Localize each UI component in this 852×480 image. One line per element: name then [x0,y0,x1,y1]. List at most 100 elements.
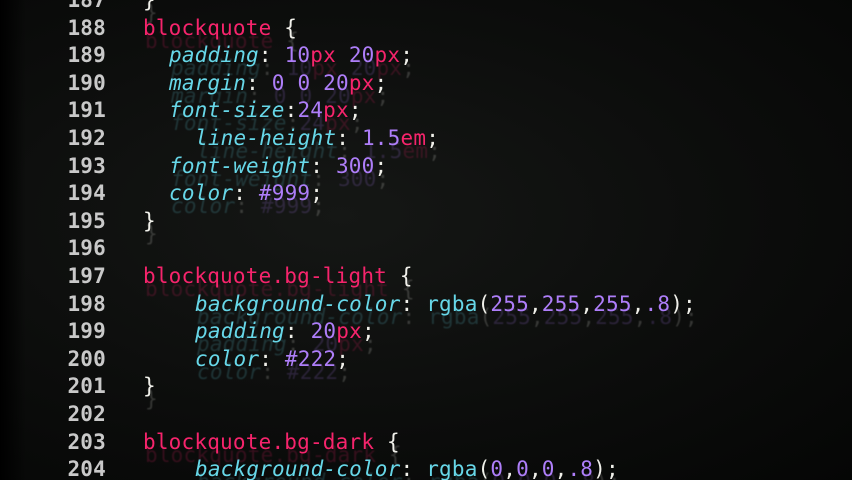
code-token: blockquote [143,429,272,454]
code-token: , [528,457,542,480]
code-line[interactable]: 193 font-weight: 300; font-weight: 300; [0,153,852,191]
code-line[interactable]: 190 margin: 0 0 20px; margin: 0 0 20px; [0,70,852,108]
code-token: } [143,208,156,233]
line-number: 196 [67,236,106,261]
line-number: 198 [67,291,106,316]
code-token: { [271,15,298,40]
code-token: color [169,181,234,206]
code-token: ; [361,319,375,344]
code-token: #999 [258,181,311,206]
code-line[interactable]: 192 line-height: 1.5em; line-height: 1.5em… [0,125,852,163]
code-line[interactable]: 199 padding: 20px; padding: 20px; [0,318,852,356]
code-token: blockquote [143,263,272,288]
line-number: 187 [67,0,106,12]
code-line[interactable]: 189 padding: 10px 20px; padding: 10px 20px… [0,42,852,80]
code-line[interactable]: 201}} [0,373,852,411]
code-line[interactable]: 197 blockquote.bg-light {blockquote.bg-li… [0,263,852,301]
code-line[interactable]: 194 color: #999; color: #999; [0,180,852,218]
line-number: 202 [67,401,106,426]
code-token: : [233,181,259,206]
code-token: 24 [297,98,324,123]
code-token: ); [670,291,696,316]
line-number: 190 [67,70,106,95]
code-line[interactable]: 188 blockquote {blockquote { [0,15,852,53]
code-line[interactable]: 204background-color: rgba(0,0,0,.8);back… [0,456,852,480]
code-token: padding [195,319,285,344]
code-token: .bg-light [271,263,388,288]
code-token: { [374,429,400,454]
line-number: 188 [67,15,106,40]
line-number: 200 [67,346,106,371]
code-text: padding: 10px 20px; [169,42,413,70]
code-line[interactable]: 202 [0,401,852,429]
code-token: 255 [490,291,529,316]
code-text: } [143,373,156,401]
code-text: } [143,0,156,15]
code-token: , [528,291,542,316]
code-token: : [400,457,427,480]
code-token: rgba [426,457,478,480]
code-token: margin [169,70,247,95]
code-token: px [323,98,349,123]
code-token: #222 [284,346,337,371]
code-text: font-weight: 300; [169,153,387,181]
line-number: 191 [67,98,106,123]
line-number: 192 [67,125,106,150]
code-token: : [336,125,362,150]
line-number: 203 [67,429,106,454]
code-token: px [348,70,375,95]
line-number: 201 [67,374,106,399]
code-token: 10 [284,43,311,68]
code-editor-screen: 187}} 188 blockquote {blockquote {189 paddi… [0,0,852,480]
line-number: 199 [67,319,106,344]
code-token: : [259,346,285,371]
code-token: } [143,374,156,399]
code-line[interactable]: 191 font-size:24px; font-size:24px; [0,97,852,135]
code-text: margin: 0 0 20px; [169,70,387,98]
code-token: : [310,153,336,178]
code-line[interactable]: 203 blockquote.bg-dark {blockquote.bg-dar… [0,429,852,467]
code-text: blockquote { [143,15,297,43]
code-token: 300 [335,153,375,178]
code-token: background-color [195,291,401,316]
code-token: 20 [323,70,349,95]
code-token: ; [374,153,388,178]
line-number: 189 [67,43,106,68]
line-number: 194 [67,181,106,206]
code-line[interactable]: 198 background-color: rgba(255,255,255,.8… [0,291,852,329]
code-token: ; [336,346,350,371]
code-token: , [631,291,645,316]
code-token: padding [169,43,259,68]
code-token: : [258,43,285,68]
code-token: px [374,43,401,68]
code-line[interactable]: 195}} [0,208,852,246]
code-token: 0 [490,457,504,480]
code-token: 255 [541,291,581,316]
code-text: background-color: rgba(255,255,255,.8); [195,291,696,319]
code-token: ; [426,125,440,150]
code-token: color [195,346,260,371]
code-token: , [503,457,517,480]
code-token: ; [310,181,324,206]
line-number: 193 [67,153,106,178]
code-token: 20 [310,319,337,344]
code-token: ; [400,43,414,68]
code-token: : [400,291,427,316]
code-token: } [143,0,156,12]
line-number: 204 [67,457,106,480]
line-number: 195 [67,208,106,233]
code-token: 0 [541,457,555,480]
code-line[interactable]: 200 color: #222; color: #222; [0,346,852,384]
code-text: blockquote.bg-dark { [143,429,400,457]
code-line[interactable]: 196 [0,235,852,263]
code-token: ; [374,70,388,95]
code-token: .bg-dark [271,429,375,454]
code-token: em [400,125,427,150]
code-editor[interactable]: 187}} 188 blockquote {blockquote {189 paddi… [0,0,852,480]
code-text: color: #222; [195,346,349,374]
code-line[interactable]: 187}} [0,0,852,25]
code-text: color: #999; [169,180,323,208]
